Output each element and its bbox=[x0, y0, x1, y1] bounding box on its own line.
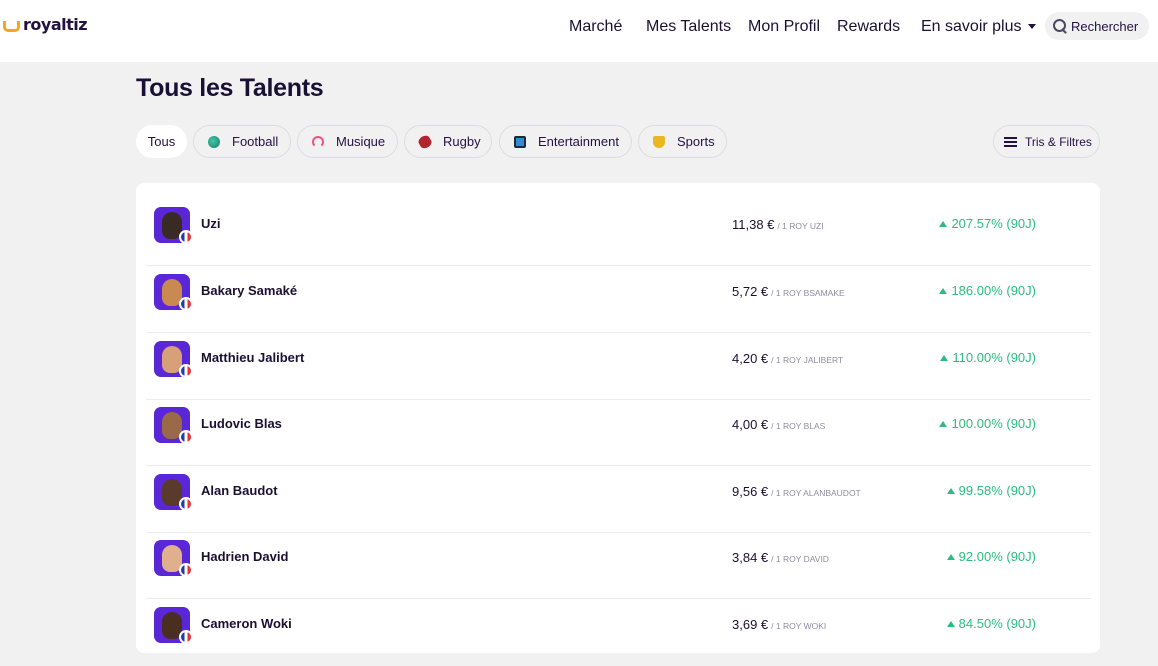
price-value: 4,20 € bbox=[732, 351, 769, 366]
table-row[interactable]: Uzi 11,38 €/ 1 ROY UZI 207.57% (90J) bbox=[146, 199, 1091, 266]
price-unit: / 1 ROY JALIBERT bbox=[771, 355, 844, 365]
price-value: 5,72 € bbox=[732, 284, 769, 299]
nav-more-label: En savoir plus bbox=[921, 18, 1022, 35]
france-flag-icon bbox=[179, 630, 193, 644]
trend-up-icon bbox=[939, 220, 948, 227]
price-value: 4,00 € bbox=[732, 417, 769, 432]
category-chip-musique[interactable]: Musique bbox=[297, 125, 398, 158]
france-flag-icon bbox=[179, 364, 193, 378]
talent-performance: 207.57% (90J) bbox=[939, 216, 1036, 231]
performance-value: 99.58% (90J) bbox=[958, 483, 1036, 498]
france-flag-icon bbox=[179, 563, 193, 577]
talent-name: Matthieu Jalibert bbox=[201, 350, 305, 365]
performance-value: 207.57% (90J) bbox=[951, 216, 1036, 231]
performance-value: 84.50% (90J) bbox=[958, 616, 1036, 631]
performance-value: 92.00% (90J) bbox=[958, 549, 1036, 564]
table-row[interactable]: Hadrien David 3,84 €/ 1 ROY DAVID 92.00%… bbox=[146, 532, 1091, 599]
category-chip-football[interactable]: Football bbox=[193, 125, 291, 158]
chevron-down-icon bbox=[1027, 24, 1036, 29]
search-icon bbox=[1053, 19, 1067, 33]
table-row[interactable]: Matthieu Jalibert 4,20 €/ 1 ROY JALIBERT… bbox=[146, 333, 1091, 400]
rugby-ball-icon bbox=[416, 133, 434, 150]
talent-price: 3,69 €/ 1 ROY WOKI bbox=[732, 617, 826, 632]
price-value: 9,56 € bbox=[732, 484, 769, 499]
price-unit: / 1 ROY BLAS bbox=[771, 421, 826, 431]
headphones-icon bbox=[312, 135, 324, 148]
price-unit: / 1 ROY DAVID bbox=[771, 554, 829, 564]
france-flag-icon bbox=[179, 297, 193, 311]
sliders-icon bbox=[1004, 136, 1017, 147]
talent-performance: 99.58% (90J) bbox=[946, 483, 1036, 498]
talent-name: Uzi bbox=[201, 216, 221, 231]
category-chip-entertainment[interactable]: Entertainment bbox=[499, 125, 632, 158]
chip-label: Tous bbox=[147, 134, 176, 149]
talent-name: Alan Baudot bbox=[201, 483, 278, 498]
talent-name: Ludovic Blas bbox=[201, 416, 282, 431]
top-navigation-bar: royaltiz Marché Mes Talents Mon Profil R… bbox=[0, 0, 1158, 62]
chip-label: Entertainment bbox=[538, 134, 619, 149]
page-title: Tous les Talents bbox=[136, 74, 324, 102]
price-unit: / 1 ROY WOKI bbox=[771, 621, 827, 631]
screen-icon bbox=[514, 135, 526, 148]
price-unit: / 1 ROY BSAMAKE bbox=[771, 288, 845, 298]
trophy-icon bbox=[653, 135, 665, 148]
france-flag-icon bbox=[179, 497, 193, 511]
talent-name: Cameron Woki bbox=[201, 616, 292, 631]
table-row[interactable]: Ludovic Blas 4,00 €/ 1 ROY BLAS 100.00% … bbox=[146, 399, 1091, 466]
talent-list: Uzi 11,38 €/ 1 ROY UZI 207.57% (90J) Bak… bbox=[136, 183, 1100, 653]
talent-name: Hadrien David bbox=[201, 549, 289, 564]
talent-price: 5,72 €/ 1 ROY BSAMAKE bbox=[732, 284, 845, 299]
france-flag-icon bbox=[179, 430, 193, 444]
talent-performance: 186.00% (90J) bbox=[939, 283, 1036, 298]
talent-price: 9,56 €/ 1 ROY ALANBAUDOT bbox=[732, 484, 861, 499]
price-value: 3,84 € bbox=[732, 550, 769, 565]
category-chip-rugby[interactable]: Rugby bbox=[404, 125, 492, 158]
price-unit: / 1 ROY UZI bbox=[777, 221, 824, 231]
talent-performance: 100.00% (90J) bbox=[939, 416, 1036, 431]
logo-mark-icon bbox=[3, 21, 20, 32]
trend-up-icon bbox=[946, 553, 955, 560]
price-unit: / 1 ROY ALANBAUDOT bbox=[771, 488, 861, 498]
nav-item-marche[interactable]: Marché bbox=[569, 18, 622, 36]
search-button[interactable]: Rechercher bbox=[1045, 12, 1149, 40]
talent-price: 4,20 €/ 1 ROY JALIBERT bbox=[732, 351, 843, 366]
trend-up-icon bbox=[940, 354, 949, 361]
france-flag-icon bbox=[179, 230, 193, 244]
talent-performance: 110.00% (90J) bbox=[940, 350, 1036, 365]
sort-filter-label: Tris & Filtres bbox=[1025, 134, 1092, 149]
nav-item-mon-profil[interactable]: Mon Profil bbox=[748, 18, 820, 36]
talent-performance: 84.50% (90J) bbox=[946, 616, 1036, 631]
table-row[interactable]: Bakary Samaké 5,72 €/ 1 ROY BSAMAKE 186.… bbox=[146, 266, 1091, 333]
football-icon bbox=[208, 135, 220, 148]
talent-price: 4,00 €/ 1 ROY BLAS bbox=[732, 417, 825, 432]
search-label: Rechercher bbox=[1071, 18, 1139, 34]
nav-item-mes-talents[interactable]: Mes Talents bbox=[646, 18, 731, 36]
table-row[interactable]: Cameron Woki 3,69 €/ 1 ROY WOKI 84.50% (… bbox=[146, 599, 1091, 666]
table-row[interactable]: Alan Baudot 9,56 €/ 1 ROY ALANBAUDOT 99.… bbox=[146, 466, 1091, 533]
chip-label: Musique bbox=[336, 134, 386, 149]
category-chip-tous[interactable]: Tous bbox=[136, 125, 187, 158]
category-chip-sports[interactable]: Sports bbox=[638, 125, 727, 158]
talent-performance: 92.00% (90J) bbox=[946, 549, 1036, 564]
talent-price: 11,38 €/ 1 ROY UZI bbox=[732, 217, 824, 232]
talent-price: 3,84 €/ 1 ROY DAVID bbox=[732, 550, 829, 565]
royaltiz-logo[interactable]: royaltiz bbox=[3, 15, 88, 34]
performance-value: 110.00% (90J) bbox=[952, 350, 1036, 365]
sort-filter-button[interactable]: Tris & Filtres bbox=[993, 125, 1100, 158]
performance-value: 100.00% (90J) bbox=[951, 416, 1036, 431]
chip-label: Football bbox=[232, 134, 279, 149]
nav-item-en-savoir-plus[interactable]: En savoir plus bbox=[921, 18, 1036, 36]
chip-label: Sports bbox=[677, 134, 715, 149]
performance-value: 186.00% (90J) bbox=[951, 283, 1036, 298]
trend-up-icon bbox=[946, 487, 955, 494]
price-value: 3,69 € bbox=[732, 617, 769, 632]
chip-label: Rugby bbox=[443, 134, 481, 149]
trend-up-icon bbox=[939, 420, 948, 427]
logo-text: royaltiz bbox=[23, 15, 88, 34]
nav-item-rewards[interactable]: Rewards bbox=[837, 18, 900, 36]
trend-up-icon bbox=[939, 287, 948, 294]
talent-name: Bakary Samaké bbox=[201, 283, 298, 298]
price-value: 11,38 € bbox=[732, 217, 775, 232]
trend-up-icon bbox=[946, 620, 955, 627]
